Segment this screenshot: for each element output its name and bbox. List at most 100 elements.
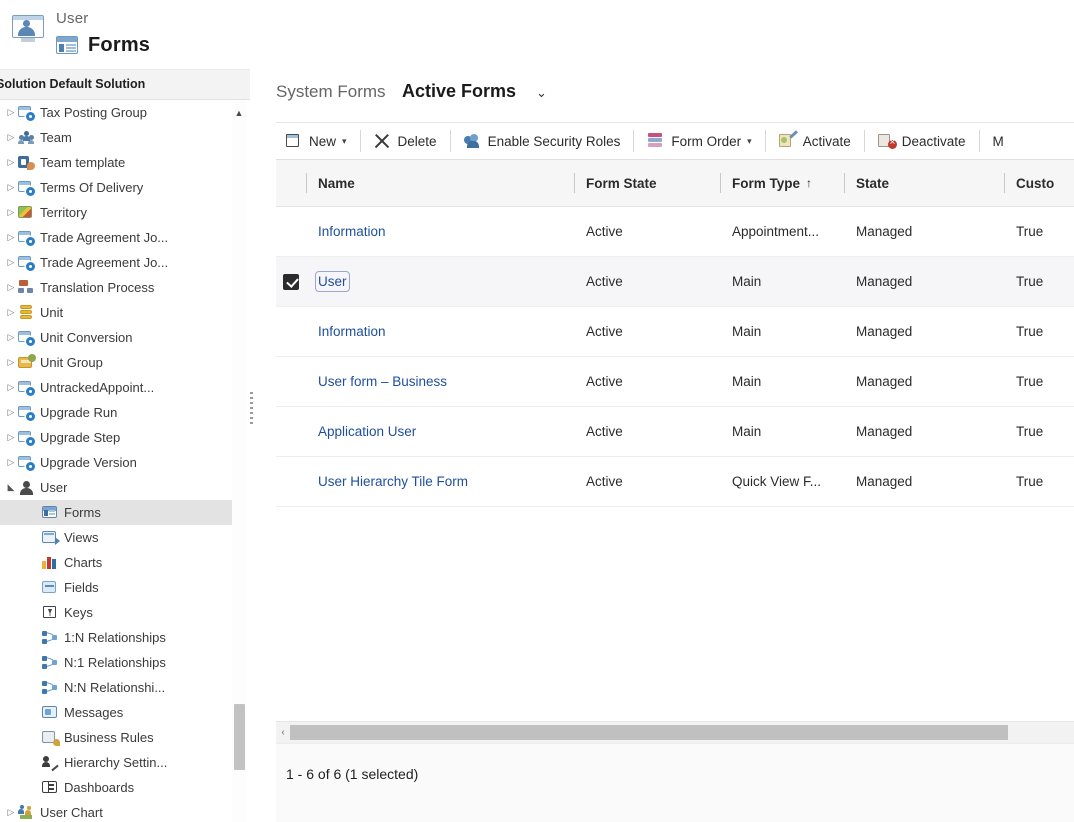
twisty-collapsed-icon[interactable]: ▷ [4,208,18,217]
grid-column-headers[interactable]: NameForm StateForm Type↑StateCusto [276,160,1074,207]
tree-scrollbar-thumb[interactable] [234,704,245,770]
sidebar-item-untrackedappoint[interactable]: ▷UntrackedAppoint... [0,375,250,400]
twisty-collapsed-icon[interactable]: ▷ [4,183,18,192]
row-checkbox-cell[interactable] [276,374,306,390]
sidebar-item-charts[interactable]: Charts [0,550,250,575]
table-row[interactable]: Application UserActiveMainManagedTrue [276,407,1074,457]
twisty-collapsed-icon[interactable]: ▷ [4,433,18,442]
twisty-collapsed-icon[interactable]: ▷ [4,333,18,342]
form-name-label[interactable]: User [318,274,347,289]
table-row[interactable]: User form – BusinessActiveMainManagedTru… [276,357,1074,407]
toolbar-new-button[interactable]: New▾ [276,123,356,159]
sidebar-item-hierarchy-settin[interactable]: Hierarchy Settin... [0,750,250,775]
sidebar-item-unit[interactable]: ▷Unit [0,300,250,325]
row-checkbox-cell[interactable] [276,274,306,290]
grid-horizontal-scrollbar[interactable]: ‹ [276,721,1074,743]
cell-name-link[interactable]: Application User [306,407,574,456]
panel-splitter[interactable] [246,100,256,822]
toolbar-activate-button[interactable]: Activate [770,123,860,159]
sidebar-item-team[interactable]: ▷Team [0,125,250,150]
sidebar-item-dashboards[interactable]: Dashboards [0,775,250,800]
h-scroll-thumb[interactable] [290,725,1008,740]
sidebar-item-keys[interactable]: Keys [0,600,250,625]
form-name-label[interactable]: User Hierarchy Tile Form [318,474,468,489]
twisty-collapsed-icon[interactable]: ▷ [4,133,18,142]
twisty-collapsed-icon[interactable]: ▷ [4,158,18,167]
sidebar-item-terms-of-delivery[interactable]: ▷Terms Of Delivery [0,175,250,200]
cell-name-link[interactable]: User form – Business [306,357,574,406]
twisty-collapsed-icon[interactable]: ▷ [4,383,18,392]
table-row[interactable]: InformationActiveMainManagedTrue [276,307,1074,357]
toolbar-form-order-button[interactable]: Form Order▾ [638,123,760,159]
table-row[interactable]: UserActiveMainManagedTrue [276,257,1074,307]
sidebar-item-unit-group[interactable]: ▷Unit Group [0,350,250,375]
twisty-collapsed-icon[interactable]: ▷ [4,233,18,242]
form-name-label[interactable]: Application User [318,424,416,439]
form-name-label[interactable]: Information [318,224,386,239]
twisty-collapsed-icon[interactable]: ▷ [4,308,18,317]
cell-name-link[interactable]: Information [306,207,574,256]
twisty-collapsed-icon[interactable]: ▷ [4,108,18,117]
sidebar-item-unit-conversion[interactable]: ▷Unit Conversion [0,325,250,350]
column-header-state[interactable]: State [844,160,1004,206]
sidebar-item-forms[interactable]: Forms [0,500,250,525]
sidebar-item-team-template[interactable]: ▷Team template [0,150,250,175]
sidebar-item-upgrade-run[interactable]: ▷Upgrade Run [0,400,250,425]
sidebar-item-n-1-relationships[interactable]: N:1 Relationships [0,650,250,675]
twisty-collapsed-icon[interactable]: ▷ [4,408,18,417]
row-checkbox[interactable] [283,274,299,290]
toolbar-delete-button[interactable]: Delete [365,123,446,159]
form-name-label[interactable]: Information [318,324,386,339]
sidebar-item-fields[interactable]: Fields [0,575,250,600]
twisty-collapsed-icon[interactable]: ▷ [4,808,18,817]
twisty-collapsed-icon[interactable]: ▷ [4,358,18,367]
row-checkbox-cell[interactable] [276,324,306,340]
scroll-up-icon[interactable]: ▲ [232,106,246,120]
column-header-name[interactable]: Name [306,160,574,206]
chevron-down-icon[interactable]: ▾ [747,136,752,147]
sidebar-item-business-rules[interactable]: Business Rules [0,725,250,750]
grid-rows[interactable]: InformationActiveAppointment...ManagedTr… [276,207,1074,721]
twisty-collapsed-icon[interactable]: ▷ [4,258,18,267]
toolbar-deactivate-button[interactable]: Deactivate [869,123,975,159]
sidebar-item-1-n-relationships[interactable]: 1:N Relationships [0,625,250,650]
sidebar-item-translation-process[interactable]: ▷Translation Process [0,275,250,300]
sidebar-item-upgrade-version[interactable]: ▷Upgrade Version [0,450,250,475]
cell-name-link[interactable]: User Hierarchy Tile Form [306,457,574,506]
row-checkbox-cell[interactable] [276,224,306,240]
scroll-left-icon[interactable]: ‹ [276,727,290,738]
sidebar-item-trade-agreement-jo[interactable]: ▷Trade Agreement Jo... [0,250,250,275]
cell-name-link[interactable]: User [306,257,574,306]
row-checkbox-cell[interactable] [276,474,306,490]
sidebar-item-user[interactable]: ◢User [0,475,250,500]
column-header-form-state[interactable]: Form State [574,160,720,206]
sidebar-item-upgrade-step[interactable]: ▷Upgrade Step [0,425,250,450]
sidebar-item-n-n-relationshi[interactable]: N:N Relationshi... [0,675,250,700]
sidebar-item-territory[interactable]: ▷Territory [0,200,250,225]
table-row[interactable]: InformationActiveAppointment...ManagedTr… [276,207,1074,257]
sidebar-item-user-chart[interactable]: ▷User Chart [0,800,250,822]
entity-tree-panel[interactable]: ▷Tax Posting Group▷Team▷Team template▷Te… [0,100,250,822]
column-header-form-type[interactable]: Form Type↑ [720,160,844,206]
active-view-name[interactable]: Active Forms [402,81,516,102]
toolbar-m-button[interactable]: M [984,123,1013,159]
chevron-down-icon[interactable]: ⌄ [536,85,547,101]
toolbar-enable-security-roles-button[interactable]: Enable Security Roles [455,123,630,159]
chevron-down-icon[interactable]: ▾ [342,136,347,147]
splitter-grip-icon[interactable] [250,392,253,424]
column-header-custo[interactable]: Custo [1004,160,1074,206]
twisty-collapsed-icon[interactable]: ▷ [4,458,18,467]
form-name-label[interactable]: User form – Business [318,374,447,389]
sidebar-item-trade-agreement-jo[interactable]: ▷Trade Agreement Jo... [0,225,250,250]
sidebar-item-views[interactable]: Views [0,525,250,550]
sidebar-item-tax-posting-group[interactable]: ▷Tax Posting Group [0,100,250,125]
cell-name-link[interactable]: Information [306,307,574,356]
sidebar-item-messages[interactable]: Messages [0,700,250,725]
sort-ascending-icon[interactable]: ↑ [806,176,812,190]
twisty-collapsed-icon[interactable]: ▷ [4,283,18,292]
command-toolbar[interactable]: New▾DeleteEnable Security RolesForm Orde… [276,122,1074,160]
table-row[interactable]: User Hierarchy Tile FormActiveQuick View… [276,457,1074,507]
twisty-expanded-icon[interactable]: ◢ [4,483,18,492]
tree-scrollbar[interactable]: ▲ [232,100,246,822]
row-checkbox-cell[interactable] [276,424,306,440]
